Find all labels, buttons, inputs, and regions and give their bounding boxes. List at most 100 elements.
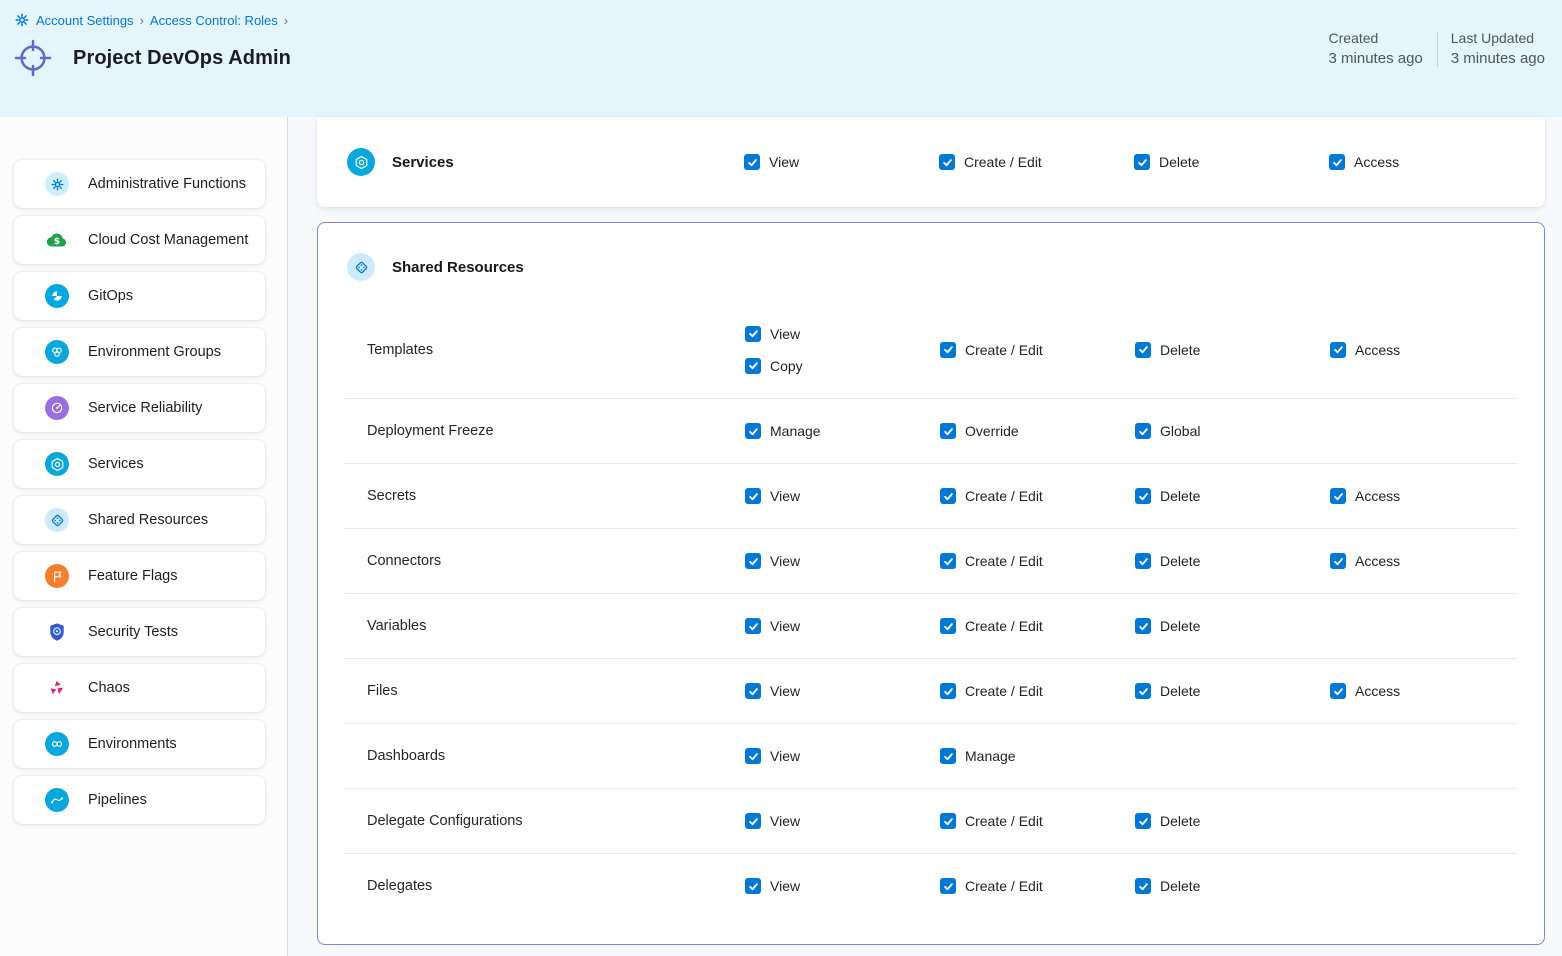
permission-checkbox-view[interactable]: View bbox=[745, 748, 800, 764]
checkbox-checked-icon[interactable] bbox=[1330, 683, 1346, 699]
permission-checkbox-access[interactable]: Access bbox=[1330, 488, 1400, 504]
checkbox-checked-icon[interactable] bbox=[1135, 423, 1151, 439]
checkbox-checked-icon[interactable] bbox=[940, 813, 956, 829]
permission-checkbox-view[interactable]: View bbox=[745, 878, 800, 894]
checkbox-checked-icon[interactable] bbox=[940, 683, 956, 699]
checkbox-checked-icon[interactable] bbox=[1135, 553, 1151, 569]
checkbox-checked-icon[interactable] bbox=[745, 358, 761, 374]
checkbox-checked-icon[interactable] bbox=[1330, 342, 1346, 358]
sidebar-item-feature-flags[interactable]: Feature Flags bbox=[14, 552, 265, 600]
breadcrumb-separator: › bbox=[140, 13, 144, 28]
checkbox-checked-icon[interactable] bbox=[745, 423, 761, 439]
checkbox-checked-icon[interactable] bbox=[745, 878, 761, 894]
permission-checkbox-view[interactable]: View bbox=[745, 683, 800, 699]
permission-checkbox-delete[interactable]: Delete bbox=[1135, 683, 1200, 699]
checkbox-checked-icon[interactable] bbox=[940, 488, 956, 504]
sidebar-item-chaos[interactable]: Chaos bbox=[14, 664, 265, 712]
permission-cell: View bbox=[745, 553, 800, 569]
checkbox-checked-icon[interactable] bbox=[940, 878, 956, 894]
permission-checkbox-view[interactable]: View bbox=[745, 488, 800, 504]
checkbox-checked-icon[interactable] bbox=[939, 154, 955, 170]
checkbox-checked-icon[interactable] bbox=[745, 748, 761, 764]
services-permission-cell: Access bbox=[1329, 154, 1399, 170]
permission-checkbox-copy[interactable]: Copy bbox=[745, 358, 803, 374]
permission-checkbox-delete[interactable]: Delete bbox=[1135, 813, 1200, 829]
permission-checkbox-create-edit[interactable]: Create / Edit bbox=[939, 154, 1042, 170]
permission-checkbox-create-edit[interactable]: Create / Edit bbox=[940, 553, 1043, 569]
created-label: Created bbox=[1329, 30, 1423, 46]
permission-checkbox-create-edit[interactable]: Create / Edit bbox=[940, 618, 1043, 634]
checkbox-checked-icon[interactable] bbox=[1330, 488, 1346, 504]
sidebar-item-environments[interactable]: Environments bbox=[14, 720, 265, 768]
permission-checkbox-access[interactable]: Access bbox=[1329, 154, 1399, 170]
permission-checkbox-view[interactable]: View bbox=[745, 813, 800, 829]
sidebar-item-shared-resources[interactable]: Shared Resources bbox=[14, 496, 265, 544]
sidebar-item-cloud-cost-management[interactable]: $Cloud Cost Management bbox=[14, 216, 265, 264]
permission-cell: View bbox=[745, 488, 800, 504]
resource-row-label: Secrets bbox=[367, 488, 416, 504]
permission-label: Create / Edit bbox=[965, 683, 1043, 699]
permission-cell: View bbox=[745, 813, 800, 829]
permission-checkbox-delete[interactable]: Delete bbox=[1135, 342, 1200, 358]
permission-checkbox-delete[interactable]: Delete bbox=[1135, 488, 1200, 504]
permission-label: Access bbox=[1355, 553, 1400, 569]
permission-checkbox-override[interactable]: Override bbox=[940, 423, 1019, 439]
permission-cell: Access bbox=[1330, 342, 1400, 358]
sidebar-item-environment-groups[interactable]: Environment Groups bbox=[14, 328, 265, 376]
permission-checkbox-create-edit[interactable]: Create / Edit bbox=[940, 813, 1043, 829]
checkbox-checked-icon[interactable] bbox=[1330, 553, 1346, 569]
permission-checkbox-create-edit[interactable]: Create / Edit bbox=[940, 878, 1043, 894]
checkbox-checked-icon[interactable] bbox=[1134, 154, 1150, 170]
permission-checkbox-manage[interactable]: Manage bbox=[940, 748, 1016, 764]
checkbox-checked-icon[interactable] bbox=[745, 813, 761, 829]
checkbox-checked-icon[interactable] bbox=[745, 618, 761, 634]
breadcrumb-link-access-control-roles[interactable]: Access Control: Roles bbox=[150, 13, 278, 28]
permission-checkbox-access[interactable]: Access bbox=[1330, 342, 1400, 358]
permission-checkbox-create-edit[interactable]: Create / Edit bbox=[940, 342, 1043, 358]
permission-checkbox-view[interactable]: View bbox=[744, 154, 799, 170]
breadcrumb-separator: › bbox=[284, 13, 288, 28]
sidebar-item-service-reliability[interactable]: Service Reliability bbox=[14, 384, 265, 432]
permission-checkbox-view[interactable]: View bbox=[745, 326, 800, 342]
services-permission-card: Services ViewCreate / EditDeleteAccess bbox=[317, 117, 1545, 207]
permission-checkbox-delete[interactable]: Delete bbox=[1135, 878, 1200, 894]
checkbox-checked-icon[interactable] bbox=[745, 683, 761, 699]
permission-checkbox-delete[interactable]: Delete bbox=[1134, 154, 1199, 170]
permission-label: Create / Edit bbox=[965, 342, 1043, 358]
breadcrumb-link-account-settings[interactable]: Account Settings bbox=[36, 13, 134, 28]
permission-checkbox-global[interactable]: Global bbox=[1135, 423, 1200, 439]
sidebar-item-gitops[interactable]: GitOps bbox=[14, 272, 265, 320]
sidebar-item-pipelines[interactable]: Pipelines bbox=[14, 776, 265, 824]
checkbox-checked-icon[interactable] bbox=[1135, 878, 1151, 894]
checkbox-checked-icon[interactable] bbox=[745, 488, 761, 504]
permission-checkbox-create-edit[interactable]: Create / Edit bbox=[940, 683, 1043, 699]
checkbox-checked-icon[interactable] bbox=[940, 553, 956, 569]
checkbox-checked-icon[interactable] bbox=[744, 154, 760, 170]
checkbox-checked-icon[interactable] bbox=[1329, 154, 1345, 170]
resource-category-sidebar: Administrative Functions $Cloud Cost Man… bbox=[0, 117, 288, 956]
checkbox-checked-icon[interactable] bbox=[940, 748, 956, 764]
checkbox-checked-icon[interactable] bbox=[1135, 342, 1151, 358]
service-reliability-icon bbox=[45, 396, 69, 420]
permission-checkbox-view[interactable]: View bbox=[745, 553, 800, 569]
sidebar-item-security-tests[interactable]: Security Tests bbox=[14, 608, 265, 656]
checkbox-checked-icon[interactable] bbox=[940, 618, 956, 634]
permission-checkbox-create-edit[interactable]: Create / Edit bbox=[940, 488, 1043, 504]
permission-checkbox-access[interactable]: Access bbox=[1330, 553, 1400, 569]
checkbox-checked-icon[interactable] bbox=[1135, 488, 1151, 504]
checkbox-checked-icon[interactable] bbox=[1135, 683, 1151, 699]
permission-checkbox-manage[interactable]: Manage bbox=[745, 423, 821, 439]
sidebar-item-administrative-functions[interactable]: Administrative Functions bbox=[14, 160, 265, 208]
sidebar-item-services[interactable]: Services bbox=[14, 440, 265, 488]
permission-checkbox-delete[interactable]: Delete bbox=[1135, 553, 1200, 569]
checkbox-checked-icon[interactable] bbox=[745, 326, 761, 342]
checkbox-checked-icon[interactable] bbox=[940, 423, 956, 439]
permission-checkbox-access[interactable]: Access bbox=[1330, 683, 1400, 699]
checkbox-checked-icon[interactable] bbox=[1135, 618, 1151, 634]
permission-checkbox-view[interactable]: View bbox=[745, 618, 800, 634]
permission-checkbox-delete[interactable]: Delete bbox=[1135, 618, 1200, 634]
permission-label: Delete bbox=[1160, 683, 1200, 699]
checkbox-checked-icon[interactable] bbox=[745, 553, 761, 569]
checkbox-checked-icon[interactable] bbox=[940, 342, 956, 358]
checkbox-checked-icon[interactable] bbox=[1135, 813, 1151, 829]
